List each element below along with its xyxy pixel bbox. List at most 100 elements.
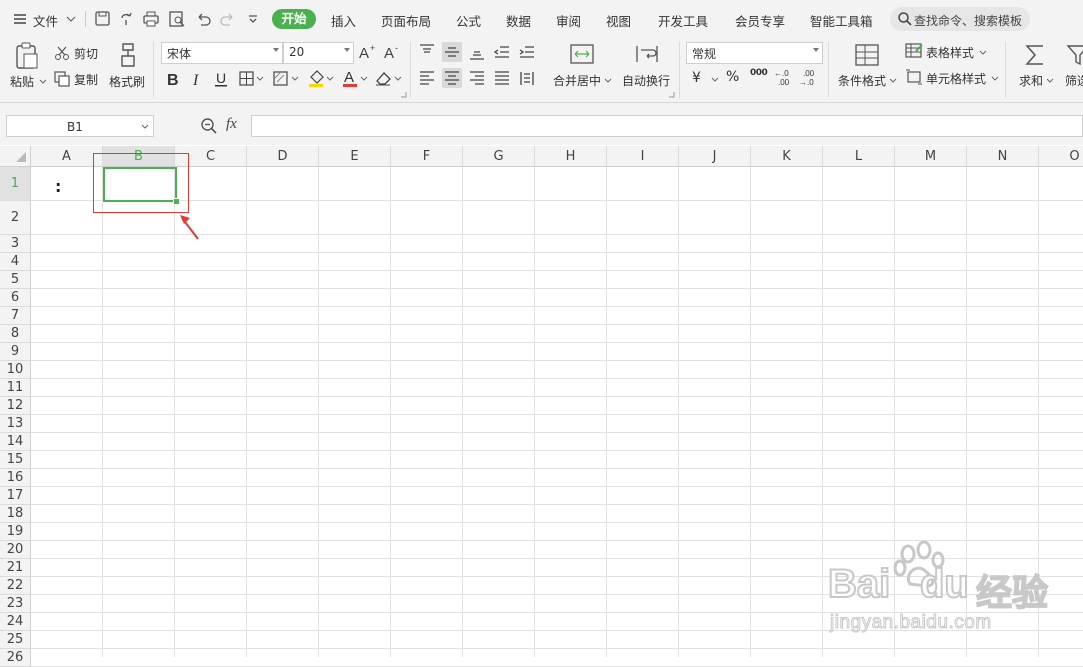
borders-icon[interactable] [238,70,264,88]
fill-pattern-icon[interactable] [272,70,300,88]
tab-page-layout[interactable]: 页面布局 [381,11,431,30]
row-header-20[interactable]: 20 [0,541,31,559]
row-header-14[interactable]: 14 [0,433,31,451]
row-header-8[interactable]: 8 [0,325,31,343]
font-name-select[interactable]: 宋体 [161,42,283,64]
row-header-3[interactable]: 3 [0,235,31,253]
column-header-h[interactable]: H [535,146,607,167]
filter-button[interactable]: 筛选 [1062,40,1083,90]
decrease-decimal-icon[interactable]: .00→.0 [798,68,818,88]
italic-icon[interactable]: I [189,70,207,88]
bold-icon[interactable]: B [165,70,183,88]
column-header-g[interactable]: G [463,146,535,167]
currency-format-button[interactable]: ¥ [692,70,720,88]
decrease-font-size-icon[interactable]: A- [383,42,403,62]
row-header-23[interactable]: 23 [0,595,31,613]
font-size-select[interactable]: 20 [283,42,354,64]
row-header-12[interactable]: 12 [0,397,31,415]
print-preview-icon[interactable] [168,10,186,28]
underline-icon[interactable]: U [213,70,231,88]
font-color-icon[interactable]: A [341,68,369,88]
tab-developer[interactable]: 开发工具 [658,11,708,30]
font-dialog-launcher-icon[interactable] [401,92,407,98]
justify-icon[interactable] [492,68,512,88]
tab-start[interactable]: 开始 [272,9,316,29]
sum-button[interactable]: 求和 [1015,40,1055,90]
merge-center-button[interactable]: 合并居中 [551,40,613,90]
tab-member[interactable]: 会员专享 [735,11,785,30]
column-header-n[interactable]: N [967,146,1039,167]
tab-formulas[interactable]: 公式 [456,11,481,30]
row-header-13[interactable]: 13 [0,415,31,433]
insert-function-button[interactable]: fx [226,116,237,133]
fill-color-icon[interactable] [307,68,335,88]
decrease-indent-icon[interactable] [492,42,512,62]
row-header-11[interactable]: 11 [0,379,31,397]
file-menu[interactable]: 文件 [12,9,80,29]
row-header-26[interactable]: 26 [0,649,31,667]
eraser-icon[interactable] [374,68,404,88]
tab-data[interactable]: 数据 [506,11,531,30]
align-top-icon[interactable] [417,42,437,62]
column-header-e[interactable]: E [319,146,391,167]
cut-button[interactable]: 剪切 [54,43,102,63]
distributed-align-icon[interactable] [517,68,537,88]
column-header-l[interactable]: L [823,146,895,167]
row-header-22[interactable]: 22 [0,577,31,595]
column-header-j[interactable]: J [679,146,751,167]
table-style-button[interactable]: 表格样式 [905,42,995,62]
format-painter-button[interactable]: 格式刷 [108,40,148,90]
row-header-24[interactable]: 24 [0,613,31,631]
tab-insert[interactable]: 插入 [331,11,356,30]
row-header-4[interactable]: 4 [0,253,31,271]
increase-font-size-icon[interactable]: A + [358,42,378,62]
thousands-separator-button[interactable]: 000 [750,68,768,78]
select-all-corner[interactable] [0,146,31,167]
increase-decimal-icon[interactable]: ←.0.00 [773,68,793,88]
alignment-dialog-launcher-icon[interactable] [669,92,675,98]
number-format-select[interactable]: 常规 [686,42,823,64]
row-header-18[interactable]: 18 [0,505,31,523]
row-header-1[interactable]: 1 [0,167,31,201]
tab-smart-toolbox[interactable]: 智能工具箱 [810,11,873,30]
align-right-icon[interactable] [467,68,487,88]
name-box[interactable]: B1 [6,115,154,137]
row-header-25[interactable]: 25 [0,631,31,649]
print-icon[interactable] [142,10,160,28]
auto-wrap-button[interactable]: 自动换行 [620,40,674,90]
tab-view[interactable]: 视图 [606,11,631,30]
row-header-2[interactable]: 2 [0,201,31,235]
row-header-10[interactable]: 10 [0,361,31,379]
command-search[interactable]: 查找命令、搜索模板 [890,7,1030,31]
align-bottom-icon[interactable] [467,42,487,62]
row-header-5[interactable]: 5 [0,271,31,289]
zoom-icon[interactable] [200,117,218,135]
redo-icon[interactable] [219,10,237,28]
row-header-15[interactable]: 15 [0,451,31,469]
formula-input[interactable] [251,115,1083,137]
undo-history-icon[interactable] [118,10,136,28]
column-header-m[interactable]: M [895,146,967,167]
column-header-k[interactable]: K [751,146,823,167]
copy-button[interactable]: 复制 [54,69,102,89]
row-header-21[interactable]: 21 [0,559,31,577]
align-middle-icon[interactable] [442,42,462,62]
column-header-d[interactable]: D [247,146,319,167]
undo-icon[interactable] [194,10,212,28]
align-left-icon[interactable] [417,68,437,88]
conditional-format-button[interactable]: 条件格式 [836,40,898,90]
cell-style-button[interactable]: 单元格样式 [905,68,1000,88]
save-icon[interactable] [94,10,112,28]
row-header-7[interactable]: 7 [0,307,31,325]
customize-toolbar-icon[interactable] [244,10,262,28]
column-header-o[interactable]: O [1039,146,1083,167]
column-header-i[interactable]: I [607,146,679,167]
paste-button[interactable]: 粘贴 [8,40,48,90]
cell-a1[interactable]: : [55,177,61,196]
row-header-19[interactable]: 19 [0,523,31,541]
align-center-icon[interactable] [442,68,462,88]
tab-review[interactable]: 审阅 [556,11,581,30]
increase-indent-icon[interactable] [517,42,537,62]
percent-format-button[interactable]: % [726,69,739,85]
column-header-f[interactable]: F [391,146,463,167]
